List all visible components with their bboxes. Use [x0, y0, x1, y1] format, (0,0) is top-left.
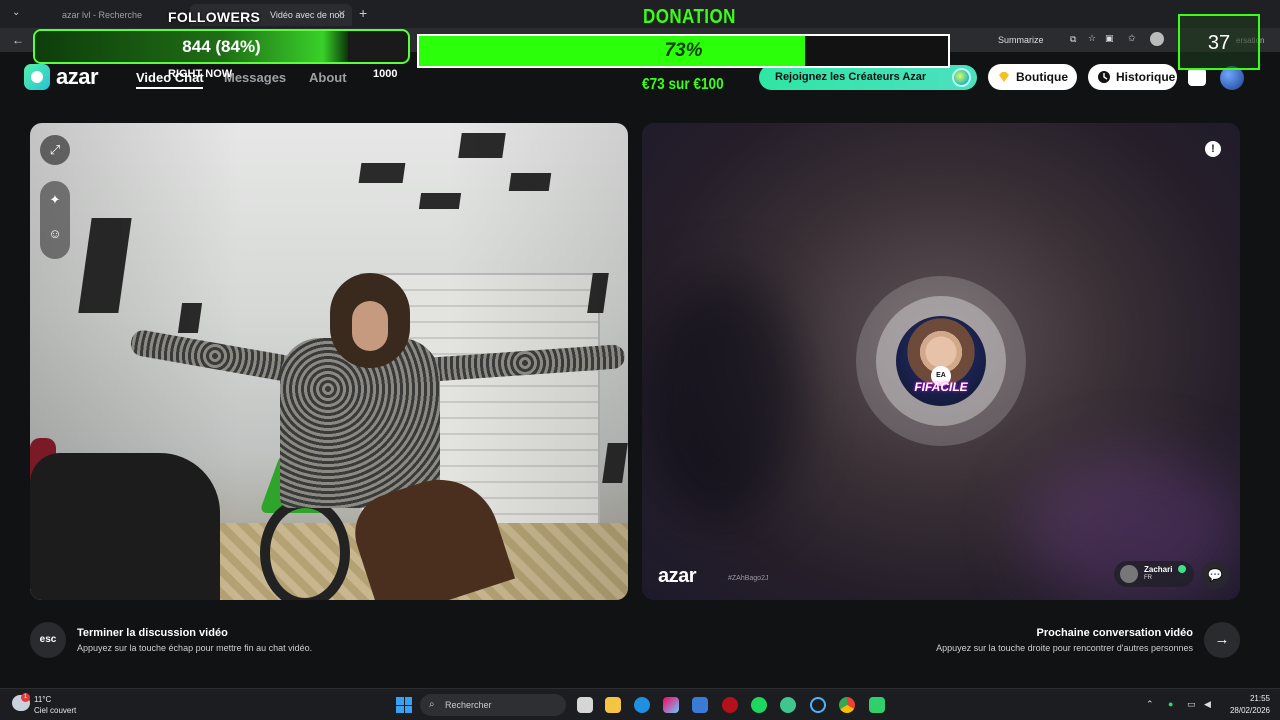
tab-azar-label: Vidéo avec de nou: [270, 10, 345, 20]
chrome-icon[interactable]: [839, 697, 855, 713]
remote-video: EA FIFACILE ! azar #ZAhBago2J Zachari FR…: [642, 123, 1240, 600]
remote-avatar-text: FIFACILE: [914, 380, 968, 394]
boutique-button[interactable]: Boutique: [988, 64, 1077, 90]
star-icon[interactable]: ☆: [1088, 33, 1096, 44]
next-chat-title[interactable]: Prochaine conversation vidéo: [1037, 627, 1194, 639]
remote-user-country: FR: [1144, 575, 1152, 581]
face-sticker-icon: ☺: [48, 226, 62, 241]
copilot-icon[interactable]: [663, 697, 679, 713]
taskbar-clock[interactable]: 21:55 28/02/2026: [1226, 693, 1270, 717]
end-chat-subtitle: Appuyez sur la touche échap pour mettre …: [77, 643, 313, 653]
edge-icon[interactable]: [634, 697, 650, 713]
weather-temp[interactable]: 11°C: [34, 695, 51, 704]
remote-user-name: Zachari: [1144, 565, 1173, 574]
donation-title: DONATION: [643, 6, 736, 28]
tab-search[interactable]: azar lvl - Recherche: [30, 4, 180, 26]
remote-user-thumb: [1120, 565, 1138, 583]
join-creators-button[interactable]: Rejoignez les Créateurs Azar: [759, 65, 977, 90]
profile-icon[interactable]: [1150, 32, 1164, 46]
azar-logo-icon: [24, 64, 50, 90]
azar-logo[interactable]: azar: [24, 64, 99, 90]
video-motorbike-wheel: [260, 498, 350, 600]
next-chat-subtitle: Appuyez sur la touche droite pour rencon…: [936, 643, 1193, 653]
donation-percent: 73%: [664, 40, 703, 61]
summarize-button[interactable]: Summarize: [998, 35, 1044, 45]
store-icon[interactable]: [692, 697, 708, 713]
microphone-icon[interactable]: ●: [1168, 699, 1173, 709]
right-now-label: RIGHT NOW: [168, 68, 233, 80]
donation-amount: €73 sur €100: [642, 76, 724, 93]
creators-orb-icon: [952, 68, 971, 87]
verified-badge-icon: [1178, 565, 1186, 573]
spotify-icon[interactable]: [751, 697, 767, 713]
chat-button[interactable]: 💬: [1201, 561, 1229, 589]
azar-logo-text: azar: [56, 64, 99, 89]
historique-label: Historique: [1116, 70, 1176, 84]
windows-taskbar: 1 11°C Ciel couvert ⌕ Rechercher ⌃ ● ▭ ◀…: [0, 688, 1280, 720]
boutique-label: Boutique: [1016, 70, 1068, 84]
remote-user-avatar: EA FIFACILE: [896, 316, 986, 406]
donation-progress-bar: 73%: [417, 34, 950, 68]
expand-icon: ⤢: [49, 142, 61, 157]
join-creators-label: Rejoignez les Créateurs Azar: [775, 71, 927, 83]
report-icon[interactable]: !: [1205, 141, 1221, 157]
back-icon[interactable]: ←: [12, 33, 24, 47]
counter-value: 37: [1207, 32, 1231, 54]
new-tab-icon[interactable]: +: [359, 5, 367, 21]
effects-toolbar: ✦ ☺: [40, 181, 70, 259]
fullscreen-button[interactable]: ⤢: [40, 135, 70, 165]
file-explorer-icon[interactable]: [605, 697, 621, 713]
taskbar-search[interactable]: ⌕ Rechercher: [420, 694, 566, 716]
clock-time: 21:55: [1249, 694, 1270, 703]
weather-desc[interactable]: Ciel couvert: [34, 706, 76, 715]
video-chair: [30, 453, 220, 600]
magic-wand-icon: ✦: [49, 192, 61, 207]
nav-messages[interactable]: Messages: [224, 70, 286, 85]
clock-date: 28/02/2026: [1229, 706, 1270, 715]
tab-list-chevron-icon[interactable]: ⌄: [12, 7, 20, 18]
followers-progress-bar: 844 (84%): [33, 29, 410, 64]
historique-button[interactable]: Historique: [1088, 64, 1177, 90]
search-icon: ⌕: [429, 699, 435, 710]
chat-bubble-icon: 💬: [1207, 568, 1223, 582]
taskbar-search-placeholder: Rechercher: [445, 700, 492, 710]
windows-start-icon[interactable]: [396, 697, 412, 713]
remote-blur-shape: [642, 273, 802, 523]
nav-active-underline: [136, 87, 203, 89]
open-external-icon[interactable]: ⧉: [1070, 34, 1076, 45]
sticker-button[interactable]: ☺: [40, 219, 70, 249]
weather-badge: 1: [21, 693, 30, 702]
video-person-face: [352, 301, 388, 351]
chatgpt-icon[interactable]: [780, 697, 796, 713]
next-chat-key[interactable]: →: [1204, 622, 1240, 658]
copyright-app-icon[interactable]: [810, 697, 826, 713]
volume-icon[interactable]: ◀: [1204, 699, 1211, 710]
end-chat-title[interactable]: Terminer la discussion vidéo: [77, 627, 228, 639]
followers-count: 844 (84%): [182, 37, 261, 56]
effects-button[interactable]: ✦: [40, 185, 70, 215]
nav-about[interactable]: About: [309, 70, 347, 85]
followers-title: FOLLOWERS: [168, 9, 261, 25]
remote-user-chip[interactable]: Zachari FR: [1114, 561, 1194, 587]
local-video: ⤢ ✦ ☺: [30, 123, 628, 600]
task-view-icon[interactable]: [577, 697, 593, 713]
end-chat-key[interactable]: esc: [30, 622, 66, 658]
history-clock-icon: [1098, 71, 1110, 83]
favorites-icon[interactable]: ✩: [1128, 33, 1136, 44]
right-now-count: 1000: [373, 68, 398, 80]
shop-bag-icon[interactable]: [1188, 68, 1206, 86]
obs-app-icon[interactable]: [869, 697, 885, 713]
tab-search-label: azar lvl - Recherche: [62, 10, 143, 20]
diamond-icon: [999, 72, 1009, 82]
tab-close-icon[interactable]: ✕: [338, 9, 346, 20]
network-icon[interactable]: ▭: [1187, 699, 1196, 710]
extension-icon[interactable]: ▣: [1105, 33, 1114, 44]
remote-user-handle: #ZAhBago2J: [728, 575, 769, 582]
app-red-icon[interactable]: [722, 697, 738, 713]
tray-chevron-icon[interactable]: ⌃: [1146, 699, 1154, 710]
azar-watermark: azar: [658, 565, 697, 587]
counter-widget: 37: [1178, 14, 1260, 70]
